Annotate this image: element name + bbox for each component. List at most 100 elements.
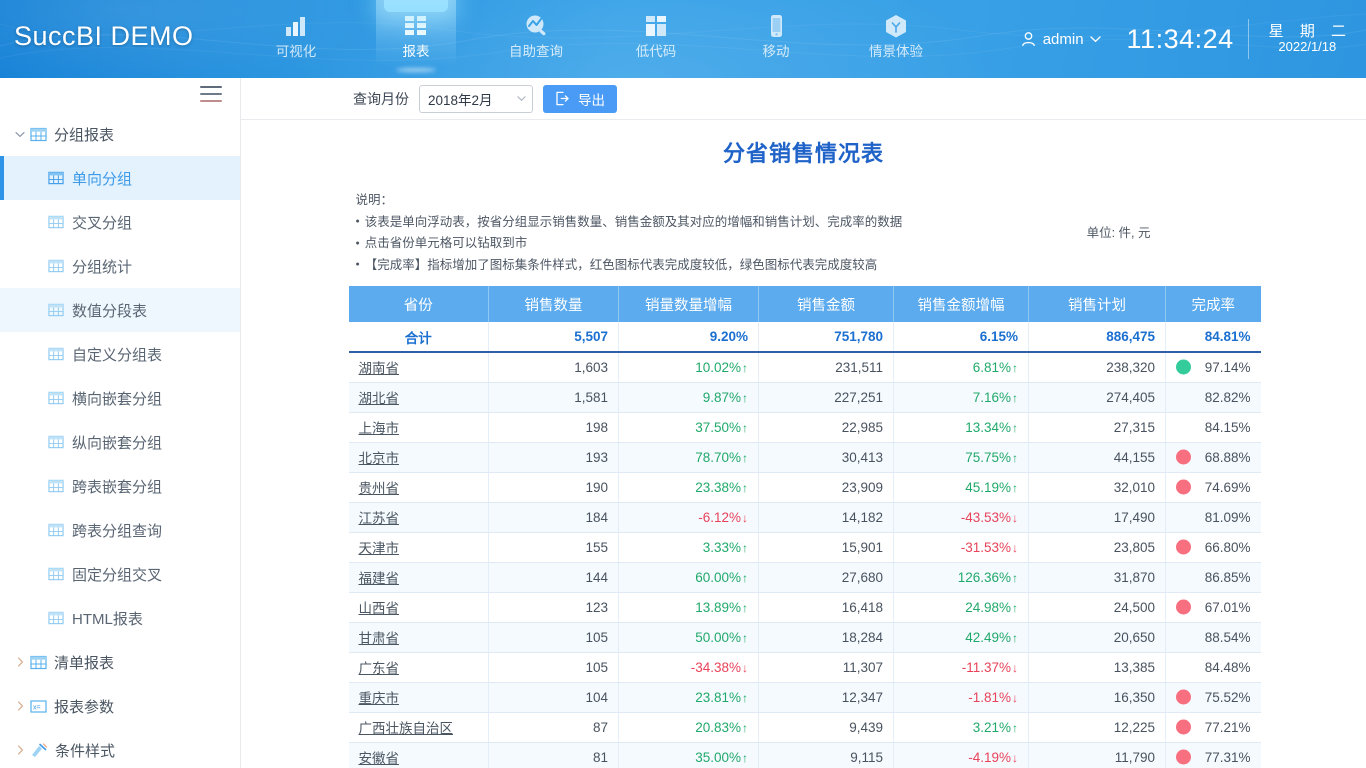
table-icon bbox=[48, 566, 64, 582]
table-total-row: 合计 5,507 9.20% 751,780 6.15% 886,475 84.… bbox=[349, 322, 1261, 352]
cell-qty-growth-value: 3.33% bbox=[703, 540, 741, 555]
sidebar-item-one-way-group[interactable]: 单向分组 bbox=[0, 156, 240, 200]
cell-province[interactable]: 湖北省 bbox=[349, 382, 489, 412]
sidebar-item-cross-group[interactable]: 交叉分组 bbox=[0, 200, 240, 244]
cell-qty-growth: 23.81%↑ bbox=[619, 682, 759, 712]
cell-amount: 231,511 bbox=[759, 352, 894, 382]
table-row: 甘肃省10550.00%↑18,28442.49%↑20,65088.54% bbox=[349, 622, 1261, 652]
column-header-rate[interactable]: 完成率 bbox=[1166, 286, 1261, 322]
province-drill-link[interactable]: 甘肃省 bbox=[359, 631, 400, 646]
completion-rate-value: 74.69% bbox=[1205, 480, 1251, 495]
cell-province[interactable]: 山西省 bbox=[349, 592, 489, 622]
province-drill-link[interactable]: 安徽省 bbox=[359, 751, 400, 766]
nav-label: 报表 bbox=[403, 45, 430, 59]
cell-plan: 27,315 bbox=[1029, 412, 1166, 442]
province-drill-link[interactable]: 广西壮族自治区 bbox=[359, 721, 454, 736]
province-drill-link[interactable]: 湖北省 bbox=[359, 391, 400, 406]
hamburger-icon[interactable] bbox=[200, 86, 222, 102]
export-button[interactable]: 导出 bbox=[543, 85, 617, 113]
cell-qty-growth-value: 60.00% bbox=[695, 570, 741, 585]
cell-province[interactable]: 江苏省 bbox=[349, 502, 489, 532]
table-row: 贵州省19023.38%↑23,90945.19%↑32,01074.69% bbox=[349, 472, 1261, 502]
table-icon bbox=[48, 610, 64, 626]
province-drill-link[interactable]: 江苏省 bbox=[359, 511, 400, 526]
nav-item-mobile[interactable]: 移动 bbox=[716, 0, 836, 78]
sidebar-group-grouped-reports[interactable]: 分组报表 bbox=[0, 112, 240, 156]
province-drill-link[interactable]: 福建省 bbox=[359, 571, 400, 586]
column-header-province[interactable]: 省份 bbox=[349, 286, 489, 322]
cell-completion-rate: 68.88% bbox=[1166, 442, 1261, 472]
column-header-plan[interactable]: 销售计划 bbox=[1029, 286, 1166, 322]
sidebar-group-report-parameters[interactable]: x= 报表参数 bbox=[0, 684, 240, 728]
sidebar-item-group-statistics[interactable]: 分组统计 bbox=[0, 244, 240, 288]
chevron-down-icon bbox=[12, 131, 28, 138]
weekday: 星 期 二 bbox=[1263, 23, 1352, 40]
cell-province[interactable]: 福建省 bbox=[349, 562, 489, 592]
cell-qty-growth-value: 10.02% bbox=[695, 360, 741, 375]
cell-province[interactable]: 北京市 bbox=[349, 442, 489, 472]
province-drill-link[interactable]: 北京市 bbox=[359, 451, 400, 466]
province-drill-link[interactable]: 湖南省 bbox=[359, 361, 400, 376]
note-item: 【完成率】指标增加了图标集条件样式，红色图标代表完成度较低，绿色图标代表完成度较… bbox=[356, 255, 1264, 277]
sidebar-item-custom-group-table[interactable]: 自定义分组表 bbox=[0, 332, 240, 376]
nav-item-report[interactable]: 报表 bbox=[356, 0, 476, 78]
column-header-qty[interactable]: 销售数量 bbox=[489, 286, 619, 322]
arrow-up-icon: ↑ bbox=[1012, 481, 1018, 495]
province-drill-link[interactable]: 重庆市 bbox=[359, 691, 400, 706]
column-header-qty-growth[interactable]: 销量数量增幅 bbox=[619, 286, 759, 322]
cell-completion-rate: 77.31% bbox=[1166, 742, 1261, 768]
arrow-up-icon: ↑ bbox=[1012, 361, 1018, 375]
arrow-up-icon: ↑ bbox=[742, 361, 748, 375]
arrow-up-icon: ↑ bbox=[742, 451, 748, 465]
nav-label: 自助查询 bbox=[509, 45, 563, 59]
cell-province[interactable]: 广西壮族自治区 bbox=[349, 712, 489, 742]
cell-qty-growth-value: 78.70% bbox=[695, 450, 741, 465]
table-row: 湖北省1,5819.87%↑227,2517.16%↑274,40582.82% bbox=[349, 382, 1261, 412]
sidebar-item-html-report[interactable]: HTML报表 bbox=[0, 596, 240, 640]
sidebar-group-list-reports[interactable]: 清单报表 bbox=[0, 640, 240, 684]
province-drill-link[interactable]: 上海市 bbox=[359, 421, 400, 436]
brush-icon bbox=[30, 742, 48, 759]
cell-province[interactable]: 湖南省 bbox=[349, 352, 489, 382]
cell-amount-growth: -43.53%↓ bbox=[894, 502, 1029, 532]
completion-rate-value: 84.48% bbox=[1205, 660, 1251, 675]
cell-province[interactable]: 贵州省 bbox=[349, 472, 489, 502]
cell-completion-rate: 84.15% bbox=[1166, 412, 1261, 442]
sidebar-item-numeric-segment-table[interactable]: 数值分段表 bbox=[0, 288, 240, 332]
cell-province[interactable]: 天津市 bbox=[349, 532, 489, 562]
province-drill-link[interactable]: 天津市 bbox=[359, 541, 400, 556]
nav-item-self-query[interactable]: 自助查询 bbox=[476, 0, 596, 78]
nav-label: 低代码 bbox=[636, 45, 677, 59]
cell-province[interactable]: 甘肃省 bbox=[349, 622, 489, 652]
nav-label: 可视化 bbox=[276, 45, 317, 59]
month-select[interactable] bbox=[419, 85, 533, 113]
sidebar-item-horizontal-nested-group[interactable]: 横向嵌套分组 bbox=[0, 376, 240, 420]
nav-item-lowcode[interactable]: 低代码 bbox=[596, 0, 716, 78]
province-drill-link[interactable]: 山西省 bbox=[359, 601, 400, 616]
province-drill-link[interactable]: 广东省 bbox=[359, 661, 400, 676]
column-header-amount[interactable]: 销售金额 bbox=[759, 286, 894, 322]
cell-plan: 16,350 bbox=[1029, 682, 1166, 712]
sidebar-group-conditional-style[interactable]: 条件样式 bbox=[0, 728, 240, 768]
province-drill-link[interactable]: 贵州省 bbox=[359, 481, 400, 496]
cell-province[interactable]: 重庆市 bbox=[349, 682, 489, 712]
cell-qty: 81 bbox=[489, 742, 619, 768]
sidebar-item-label: HTML报表 bbox=[72, 608, 143, 629]
user-menu[interactable]: admin bbox=[1020, 31, 1101, 48]
cell-amount: 22,985 bbox=[759, 412, 894, 442]
sidebar-item-cross-table-group-query[interactable]: 跨表分组查询 bbox=[0, 508, 240, 552]
cell-qty-growth-value: 37.50% bbox=[695, 420, 741, 435]
cell-province[interactable]: 广东省 bbox=[349, 652, 489, 682]
column-header-amount-growth[interactable]: 销售金额增幅 bbox=[894, 286, 1029, 322]
completion-rate-value: 67.01% bbox=[1205, 600, 1251, 615]
completion-rate-value: 86.85% bbox=[1205, 570, 1251, 585]
sidebar-item-fixed-group-cross[interactable]: 固定分组交叉 bbox=[0, 552, 240, 596]
sidebar-item-cross-table-nested-group[interactable]: 跨表嵌套分组 bbox=[0, 464, 240, 508]
nav-item-scenario[interactable]: 情景体验 bbox=[836, 0, 956, 78]
table-row: 上海市19837.50%↑22,98513.34%↑27,31584.15% bbox=[349, 412, 1261, 442]
table-icon bbox=[48, 390, 64, 406]
cell-province[interactable]: 上海市 bbox=[349, 412, 489, 442]
sidebar-item-vertical-nested-group[interactable]: 纵向嵌套分组 bbox=[0, 420, 240, 464]
cell-province[interactable]: 安徽省 bbox=[349, 742, 489, 768]
nav-item-visualization[interactable]: 可视化 bbox=[236, 0, 356, 78]
